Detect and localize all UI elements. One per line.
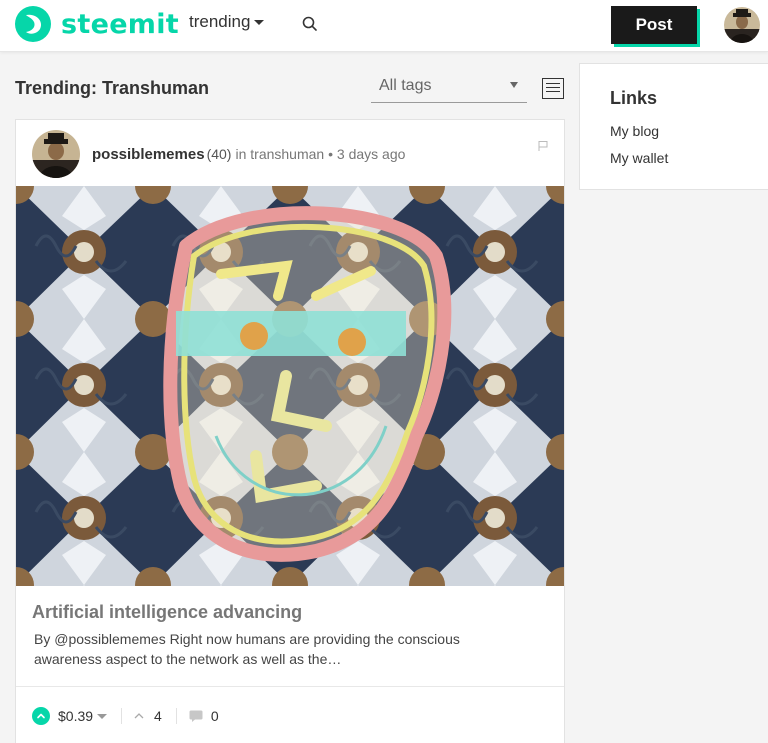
chevron-up-icon [37,713,45,719]
comments-value: 0 [210,708,219,724]
post-title[interactable]: Artificial intelligence advancing [32,602,302,623]
footer-separator [175,708,177,724]
votes-count[interactable]: 4 [134,708,162,724]
community-link[interactable]: transhuman [250,146,324,162]
sort-label: trending [189,12,251,31]
sidebar-links: Links My blog My wallet [579,63,768,190]
avatar-image-icon [724,7,760,43]
community-prefix: in [235,146,247,162]
comment-icon [189,710,203,722]
chevron-down-icon [254,19,265,25]
avatar-image-icon [32,130,80,178]
card-divider [16,686,564,687]
top-navbar: steemit trending Post [0,0,768,52]
tag-filter-select[interactable]: All tags [371,69,527,103]
byline-separator: • [328,146,333,162]
flag-icon[interactable] [537,140,549,152]
chevron-down-icon [510,82,518,88]
author-reputation: (40) [206,146,232,162]
upvote-icon[interactable] [32,707,50,725]
chevron-down-icon [97,713,108,719]
post-excerpt[interactable]: By @possiblememes Right now humans are p… [34,629,524,669]
post-footer: $0.39 4 0 [32,706,219,726]
brand-name: steemit [61,8,179,40]
my-wallet-link[interactable]: My wallet [610,150,668,166]
chevron-up-icon [134,713,144,719]
user-avatar[interactable] [724,7,760,43]
payout-dropdown[interactable]: $0.39 [58,708,108,724]
author-avatar[interactable] [32,130,80,178]
votes-value: 4 [154,708,162,724]
post-header: possiblememes (40) in transhuman • 3 days … [16,120,564,186]
author-link[interactable]: possiblememes [92,146,205,163]
sort-dropdown[interactable]: trending [189,12,265,32]
tag-filter-value: All tags [379,77,432,94]
post-thumbnail[interactable] [16,186,564,586]
post-byline: possiblememes (40) in transhuman • 3 days … [92,146,405,163]
post-button[interactable]: Post [611,6,697,44]
page-title: Trending: Transhuman [15,78,210,98]
steemit-logo[interactable]: steemit [14,5,179,43]
my-blog-link[interactable]: My blog [610,123,659,139]
steemit-logo-icon [15,6,51,42]
list-layout-icon[interactable] [542,78,564,99]
comments-count[interactable]: 0 [189,708,219,724]
footer-separator [121,708,123,724]
search-icon[interactable] [300,14,320,34]
payout-value: $0.39 [58,708,94,724]
sidebar-heading: Links [610,88,658,108]
post-timestamp[interactable]: 3 days ago [337,146,406,162]
post-card: possiblememes (40) in transhuman • 3 days … [15,119,565,743]
